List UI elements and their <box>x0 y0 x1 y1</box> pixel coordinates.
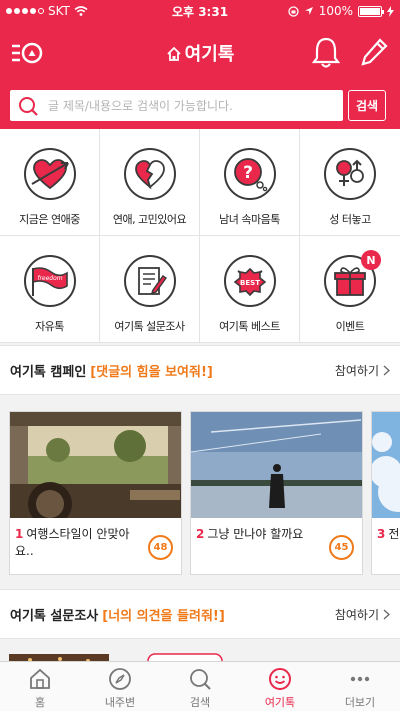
search-bar: 글 제목/내용으로 검색이 가능합니다. 검색 <box>0 82 400 129</box>
chevron-right-icon <box>383 609 390 619</box>
svg-text:BEST: BEST <box>240 279 260 287</box>
card-image-car-interior <box>10 412 181 518</box>
category-label: 연애, 고민있어요 <box>112 213 187 226</box>
tab-nearby[interactable]: 내주변 <box>80 662 160 711</box>
question-bubble-icon: ? <box>223 148 276 200</box>
write-button[interactable] <box>360 37 388 67</box>
home-outline-icon <box>167 46 181 61</box>
category-label: 남녀 속마음톡 <box>219 213 280 226</box>
category-label: 성 터놓고 <box>329 213 371 226</box>
status-bar: SKT 오후 3:31 100% <box>0 0 400 22</box>
tab-label: 여기톡 <box>264 696 296 709</box>
card-rank: 1 <box>15 527 24 541</box>
category-label: 지금은 연애중 <box>19 213 80 226</box>
tab-label: 내주변 <box>104 696 136 709</box>
category-label: 여기톡 설문조사 <box>114 320 185 333</box>
campaign-join-link[interactable]: 참여하기 <box>335 362 390 379</box>
comment-count-badge: 45 <box>329 535 354 560</box>
tab-yeogitalk[interactable]: 여기톡 <box>240 662 320 711</box>
smile-talk-icon <box>269 668 291 690</box>
card-title-text: 여행스타일이 안맞아요.. <box>15 527 130 558</box>
gender-symbols-icon <box>324 148 376 200</box>
freedom-flag-icon: freedom <box>23 255 76 307</box>
tab-more[interactable]: 더보기 <box>320 662 400 711</box>
card-rank: 2 <box>196 527 205 541</box>
campaign-card[interactable]: 3전 곳 <box>371 411 400 575</box>
signal-icon <box>6 8 44 14</box>
card-title-text: 전 곳 <box>388 527 400 541</box>
join-label: 참여하기 <box>334 607 379 622</box>
page-title-text: 여기톡 <box>184 44 235 65</box>
card-title-text: 그냥 만나야 할까요 <box>207 527 304 541</box>
location-arrow-icon <box>304 7 313 15</box>
pencil-icon <box>361 38 388 66</box>
campaign-section-header: 여기톡 캠페인 [댓글의 힘을 보여줘!] 참여하기 <box>0 345 400 395</box>
broken-heart-icon <box>123 148 176 200</box>
notification-button[interactable] <box>311 36 341 70</box>
section-title: 여기톡 설문조사 <box>10 608 99 624</box>
search-placeholder: 글 제목/내용으로 검색이 가능합니다. <box>48 99 233 113</box>
category-grid: 지금은 연애중 연애, 고민있어요 ? 남녀 속마음톡 성 터놓고 freedo… <box>0 129 400 343</box>
search-icon <box>19 96 38 116</box>
category-love-worries[interactable]: 연애, 고민있어요 <box>100 129 200 236</box>
rotation-lock-icon <box>288 5 299 17</box>
card-image-lake-silhouette <box>191 412 362 518</box>
category-label: 이벤트 <box>335 320 365 333</box>
search-icon <box>190 669 211 690</box>
category-survey[interactable]: 여기톡 설문조사 <box>100 236 200 343</box>
category-free-talk[interactable]: freedom 자유톡 <box>0 236 100 343</box>
campaign-carousel[interactable]: 1 여행스타일이 안맞아요.. 48 2 그냥 만나야 할까요 45 3 전 <box>0 397 400 587</box>
chevron-right-icon <box>383 365 390 375</box>
category-label: 여기톡 베스트 <box>219 320 280 333</box>
survey-section-header: 여기톡 설문조사 [너의 의견을 들려줘!] 참여하기 <box>0 589 400 639</box>
tab-label: 더보기 <box>344 696 376 709</box>
bottom-tab-bar: 홈 내주변 검색 여기톡 더보기 <box>0 661 400 711</box>
campaign-card[interactable]: 1 여행스타일이 안맞아요.. 48 <box>9 411 182 575</box>
tab-label: 홈 <box>34 696 46 709</box>
battery-percent: 100% <box>318 4 353 18</box>
search-button[interactable]: 검색 <box>348 90 386 121</box>
home-icon <box>30 668 50 689</box>
arrow-heart-icon <box>23 148 76 200</box>
category-sex-talk[interactable]: 성 터놓고 <box>300 129 400 236</box>
app-screen: SKT 오후 3:31 100% 여기톡 글 제목/내용으로 검색이 가능합니다… <box>0 0 400 711</box>
campaign-card[interactable]: 2 그냥 만나야 할까요 45 <box>190 411 363 575</box>
tab-home[interactable]: 홈 <box>0 662 80 711</box>
charging-bolt-icon <box>387 5 394 17</box>
new-badge: N <box>361 250 381 270</box>
category-dating-now[interactable]: 지금은 연애중 <box>0 129 100 236</box>
category-event[interactable]: 이벤트 <box>300 236 400 343</box>
compass-icon <box>109 668 131 690</box>
comment-count-badge: 48 <box>148 535 173 560</box>
app-header: 여기톡 <box>0 22 400 82</box>
svg-text:?: ? <box>243 163 253 183</box>
section-slogan: [댓글의 힘을 보여줘!] <box>90 364 213 380</box>
survey-clipboard-icon <box>123 255 176 307</box>
category-true-feelings[interactable]: ? 남녀 속마음톡 <box>200 129 300 236</box>
join-label: 참여하기 <box>334 363 379 378</box>
bell-icon <box>311 37 341 68</box>
best-badge-icon: BEST <box>223 255 276 307</box>
section-slogan: [너의 의견을 들려줘!] <box>102 608 225 624</box>
category-label: 자유톡 <box>35 320 64 333</box>
section-title: 여기톡 캠페인 <box>10 364 87 380</box>
more-dots-icon <box>350 676 370 682</box>
card-rank: 3 <box>377 527 386 541</box>
wifi-icon <box>74 6 88 16</box>
svg-text:freedom: freedom <box>37 275 62 282</box>
tab-search[interactable]: 검색 <box>160 662 240 711</box>
card-image-sky-clouds <box>372 412 400 518</box>
category-best[interactable]: BEST 여기톡 베스트 <box>200 236 300 343</box>
tab-label: 검색 <box>189 696 211 709</box>
search-input[interactable]: 글 제목/내용으로 검색이 가능합니다. <box>10 90 343 121</box>
card-title: 3전 곳 <box>372 518 400 543</box>
battery-icon <box>358 5 384 17</box>
carrier-label: SKT <box>48 4 70 18</box>
survey-join-link[interactable]: 참여하기 <box>335 606 390 623</box>
